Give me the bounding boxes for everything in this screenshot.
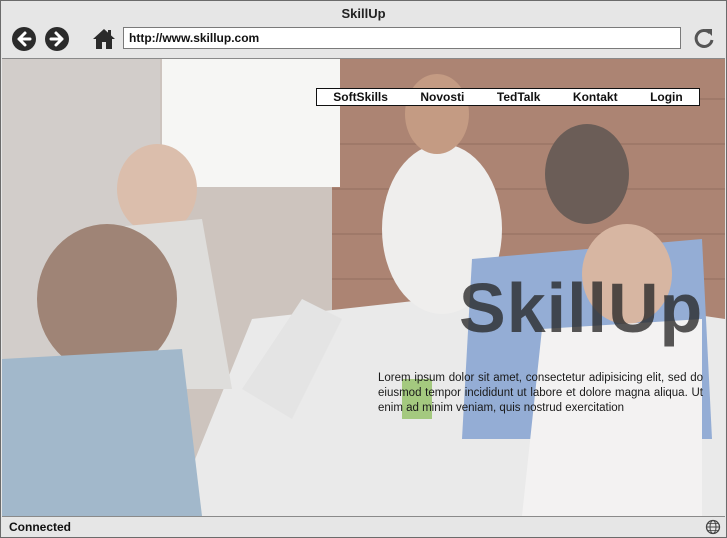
address-bar[interactable]: http://www.skillup.com	[123, 27, 681, 49]
forward-button[interactable]	[45, 27, 69, 51]
nav-item-novosti[interactable]: Novosti	[420, 90, 464, 104]
reload-icon	[694, 28, 714, 48]
top-nav: SoftSkills Novosti TedTalk Kontakt Login	[316, 88, 700, 106]
reload-button[interactable]	[691, 26, 717, 52]
nav-item-login[interactable]: Login	[650, 90, 683, 104]
arrow-right-circle-icon	[49, 31, 64, 47]
nav-item-kontakt[interactable]: Kontakt	[573, 90, 618, 104]
back-button[interactable]	[12, 27, 36, 51]
status-text: Connected	[9, 520, 72, 534]
hero-title: SkillUp	[459, 269, 704, 347]
globe-icon	[705, 519, 721, 535]
home-button[interactable]	[92, 27, 116, 51]
arrow-left-circle-icon	[17, 31, 32, 47]
nav-item-softskills[interactable]: SoftSkills	[333, 90, 388, 104]
window-title: SkillUp	[341, 6, 386, 21]
home-icon	[93, 29, 115, 49]
browser-window: SkillUp http://www.skillup.com SoftSkill…	[0, 0, 727, 538]
hero-body-text: Lorem ipsum dolor sit amet, consectetur …	[378, 372, 703, 414]
status-bar: Connected	[1, 517, 726, 537]
nav-item-tedtalk[interactable]: TedTalk	[497, 90, 541, 104]
page-viewport[interactable]: SoftSkills Novosti TedTalk Kontakt Login…	[2, 58, 725, 517]
